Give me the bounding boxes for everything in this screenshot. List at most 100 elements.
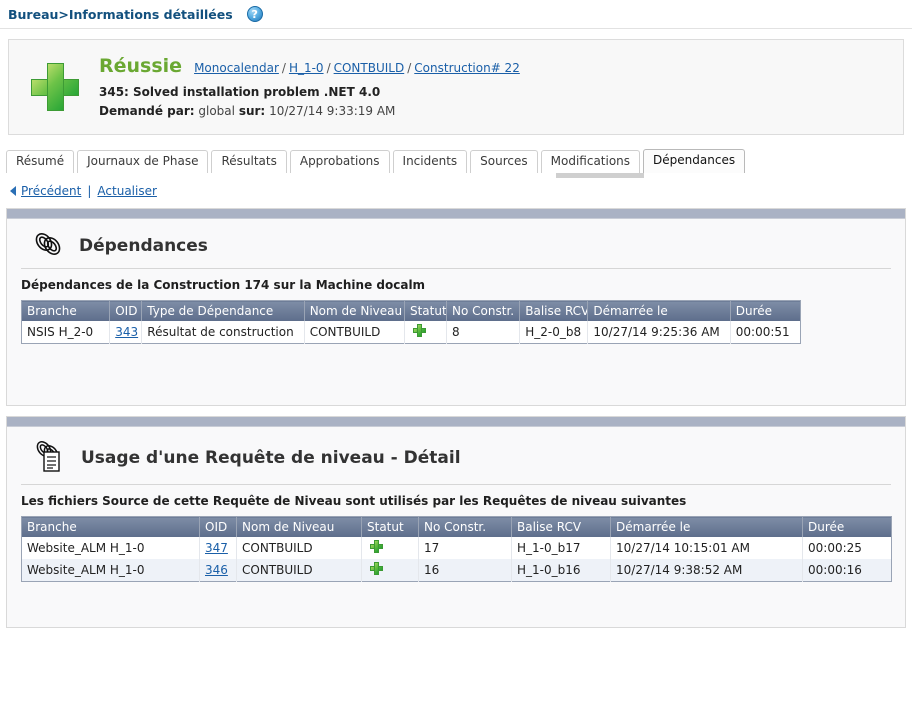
back-link[interactable]: Précédent — [21, 184, 81, 198]
build-description: 345: Solved installation problem .NET 4.… — [99, 84, 381, 99]
build-summary-text: Réussie Monocalendar / H_1-0/CONTBUILD / Con… — [99, 53, 520, 120]
level-request-usage-panel-body: Usage d'une Requête de niveau - Détail L… — [7, 427, 905, 627]
col-no-constr[interactable]: No Constr. — [446, 300, 521, 321]
cell-duree: 00:00:51 — [735, 325, 790, 339]
refresh-link[interactable]: Actualiser — [97, 184, 157, 198]
requested-by-value: global — [198, 104, 235, 119]
cell2-duree: 00:00:25 — [808, 541, 862, 555]
dependencies-table-header-row: Branche OID Type de Dépendance Nom de Ni… — [21, 300, 801, 321]
level-request-section-subtitle: Les fichiers Source de cette Requête de … — [21, 494, 687, 508]
tab-sources[interactable]: Sources — [470, 150, 538, 173]
active-tab-shadow — [556, 173, 644, 178]
tab-dependances[interactable]: Dépendances — [643, 149, 746, 173]
tab-approbations[interactable]: Approbations — [289, 150, 390, 173]
breadcrumb-link-build[interactable]: Construction# 22 — [414, 61, 520, 75]
navlinks-divider: | — [87, 184, 92, 198]
col2-branche[interactable]: Branche — [21, 516, 200, 537]
level-request-section-title: Usage d'une Requête de niveau - Détail — [81, 447, 461, 468]
cell-branche: NSIS H_2-0 — [21, 321, 111, 344]
dependencies-panel-header-bar — [7, 209, 905, 219]
tab-resultats[interactable]: Résultats — [211, 150, 287, 173]
dependencies-section-subtitle: Dépendances de la Construction 174 sur l… — [21, 278, 426, 292]
cell2-statut — [361, 559, 419, 582]
tab-incidents[interactable]: Incidents — [392, 150, 468, 173]
build-status-label: Réussie — [99, 55, 183, 78]
top-breadcrumb-bar: Bureau>Informations détaillées ? — [0, 0, 912, 28]
cell2-branche: Website_ALM H_1-0 — [21, 559, 200, 582]
cell-demarree-le: 10/27/14 9:25:36 AM — [587, 321, 731, 344]
oid-link[interactable]: 347 — [205, 541, 228, 555]
cell-oid: 343 — [109, 321, 143, 344]
level-request-usage-panel: Usage d'une Requête de niveau - Détail L… — [6, 416, 906, 628]
dependencies-section-title: Dépendances — [79, 235, 208, 256]
col-type-dependance[interactable]: Type de Dépendance — [141, 300, 305, 321]
col-statut[interactable]: Statut — [404, 300, 448, 321]
col2-nom-de-niveau[interactable]: Nom de Niveau — [236, 516, 362, 537]
help-icon[interactable]: ? — [246, 6, 263, 22]
tab-bar: Résumé Journaux de Phase Résultats Appro… — [6, 149, 912, 178]
cell2-statut — [361, 537, 419, 559]
col-balise-rcv[interactable]: Balise RCV — [519, 300, 589, 321]
col2-oid[interactable]: OID — [199, 516, 237, 537]
breadcrumb-sep-3: / — [407, 61, 412, 76]
status-green-plus-icon — [370, 540, 383, 553]
tab-journaux-de-phase[interactable]: Journaux de Phase — [77, 150, 209, 173]
chain-link-document-icon — [33, 439, 65, 476]
requested-on-value: 10/27/14 9:33:19 AM — [269, 104, 396, 119]
cell2-demarree-le: 10/27/14 9:38:52 AM — [610, 559, 803, 582]
col-duree[interactable]: Durée — [730, 300, 801, 321]
status-green-plus-icon — [412, 324, 426, 337]
chain-link-icon — [33, 231, 63, 260]
oid-link[interactable]: 346 — [205, 563, 228, 577]
breadcrumb: Bureau>Informations détaillées — [8, 6, 233, 22]
breadcrumb-link-level[interactable]: CONTBUILD — [334, 61, 405, 75]
table-row[interactable]: NSIS H_2-0 343 Résultat de construction … — [21, 321, 801, 344]
cell2-balise-rcv: H_1-0_b16 — [511, 559, 611, 582]
breadcrumb-link-stream[interactable]: H_1-0 — [289, 61, 324, 75]
col-oid[interactable]: OID — [109, 300, 143, 321]
col-nom-de-niveau[interactable]: Nom de Niveau — [304, 300, 405, 321]
cell-no-constr: 8 — [446, 321, 521, 344]
oid-link[interactable]: 343 — [115, 325, 138, 339]
cell-balise-rcv: H_2-0_b8 — [519, 321, 589, 344]
table-row[interactable]: Website_ALM H_1-0 347 CONTBUILD 17 H_1-0… — [21, 537, 892, 559]
breadcrumb-sep-1: / — [281, 61, 286, 76]
col2-no-constr[interactable]: No Constr. — [418, 516, 512, 537]
cell-statut — [404, 321, 448, 344]
cell-type-dependance: Résultat de construction — [141, 321, 305, 344]
dependencies-section-rule — [21, 268, 891, 269]
tab-modifications[interactable]: Modifications — [540, 150, 641, 173]
breadcrumb-link-project[interactable]: Monocalendar — [194, 61, 279, 75]
dependencies-section-head: Dépendances — [21, 231, 891, 260]
topbar-divider — [0, 28, 912, 29]
col2-duree[interactable]: Durée — [802, 516, 892, 537]
col-branche[interactable]: Branche — [21, 300, 111, 321]
col-demarree-le[interactable]: Démarrée le — [587, 300, 731, 321]
table-row[interactable]: Website_ALM H_1-0 346 CONTBUILD 16 H_1-0… — [21, 559, 892, 582]
cell2-oid: 346 — [199, 559, 237, 582]
requested-on-label: sur: — [238, 104, 266, 119]
level-request-section-rule — [21, 484, 891, 485]
col2-statut[interactable]: Statut — [361, 516, 419, 537]
col2-demarree-le[interactable]: Démarrée le — [610, 516, 803, 537]
col2-balise-rcv[interactable]: Balise RCV — [511, 516, 611, 537]
nav-links: Précédent | Actualiser — [10, 184, 912, 198]
dependencies-panel-body: Dépendances Dépendances de la Constructi… — [7, 219, 905, 405]
tab-resume[interactable]: Résumé — [6, 150, 75, 173]
cell2-oid: 347 — [199, 537, 237, 559]
build-status-line: Réussie Monocalendar / H_1-0/CONTBUILD / Con… — [99, 53, 520, 81]
cell2-no-constr: 16 — [418, 559, 512, 582]
cell2-duree: 00:00:16 — [802, 559, 892, 582]
level-request-table-header-row: Branche OID Nom de Niveau Statut No Cons… — [21, 516, 892, 537]
cell2-demarree-le: 10/27/14 10:15:01 AM — [610, 537, 803, 559]
dependencies-panel: Dépendances Dépendances de la Constructi… — [6, 208, 906, 406]
build-request-info: Demandé par: global sur: 10/27/14 9:33:1… — [99, 103, 520, 120]
cell2-no-constr: 17 — [418, 537, 512, 559]
cell2-balise-rcv: H_1-0_b17 — [511, 537, 611, 559]
requested-by-label: Demandé par: — [99, 104, 195, 119]
cell2-nom-de-niveau: CONTBUILD — [236, 559, 362, 582]
level-request-usage-panel-header-bar — [7, 417, 905, 427]
back-arrow-icon — [10, 186, 16, 196]
status-green-plus-icon — [370, 562, 383, 575]
level-request-section-head: Usage d'une Requête de niveau - Détail — [21, 439, 891, 476]
